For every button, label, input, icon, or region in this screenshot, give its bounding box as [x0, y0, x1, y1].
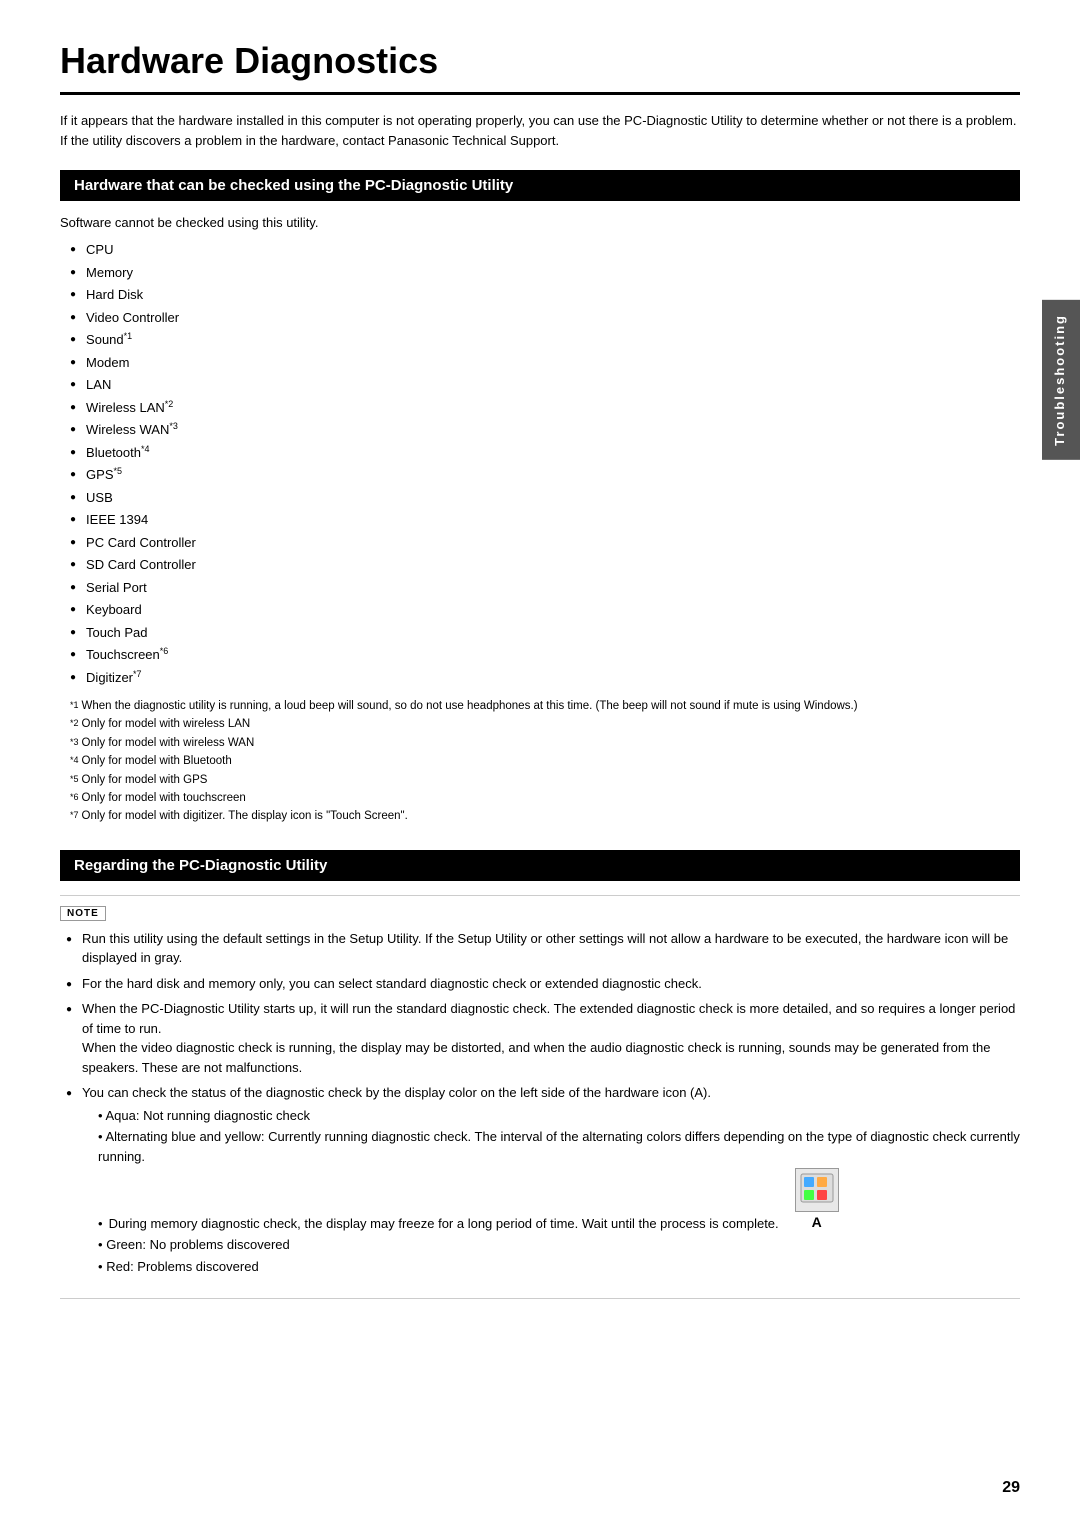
list-item: Keyboard [70, 600, 1020, 620]
page-title: Hardware Diagnostics [60, 40, 1020, 95]
list-item: IEEE 1394 [70, 510, 1020, 530]
list-item: PC Card Controller [70, 533, 1020, 553]
footnote-text: Only for model with Bluetooth [82, 752, 232, 770]
list-item: Modem [70, 353, 1020, 373]
list-item: Video Controller [70, 308, 1020, 328]
footnote-num: *7 [70, 808, 79, 822]
footnote-1: *1 When the diagnostic utility is runnin… [70, 697, 1020, 715]
superscript: *1 [124, 330, 133, 344]
footnote-3: *3 Only for model with wireless WAN [70, 734, 1020, 752]
list-item: Touch Pad [70, 623, 1020, 643]
footnote-text: When the diagnostic utility is running, … [82, 697, 858, 715]
footnote-text: Only for model with touchscreen [82, 789, 246, 807]
footnote-5: *5 Only for model with GPS [70, 771, 1020, 789]
footnote-num: *4 [70, 753, 79, 767]
superscript: *3 [169, 420, 178, 434]
list-item: Wireless LAN*2 [70, 398, 1020, 418]
list-item: Digitizer*7 [70, 668, 1020, 688]
superscript: *5 [114, 465, 123, 479]
footnote-text: Only for model with GPS [82, 771, 208, 789]
note-label: NOTE [60, 906, 106, 921]
intro-line1: If it appears that the hardware installe… [60, 111, 1020, 131]
list-item: LAN [70, 375, 1020, 395]
superscript: *4 [141, 443, 150, 457]
note-item: You can check the status of the diagnost… [66, 1083, 1020, 1278]
sub-bullet-list: Aqua: Not running diagnostic check Alter… [98, 1106, 1020, 1277]
list-item: Wireless WAN*3 [70, 420, 1020, 440]
footnotes-section: *1 When the diagnostic utility is runnin… [70, 697, 1020, 826]
note-item-text: Run this utility using the default setti… [82, 929, 1020, 968]
note-item: When the PC-Diagnostic Utility starts up… [66, 999, 1020, 1077]
footnote-text: Only for model with digitizer. The displ… [82, 807, 408, 825]
list-item: Hard Disk [70, 285, 1020, 305]
note-item-text: For the hard disk and memory only, you c… [82, 974, 1020, 994]
footnote-num: *2 [70, 716, 79, 730]
hardware-list: CPU Memory Hard Disk Video Controller So… [70, 240, 1020, 687]
footnote-2: *2 Only for model with wireless LAN [70, 715, 1020, 733]
note-item: For the hard disk and memory only, you c… [66, 974, 1020, 994]
intro-section: If it appears that the hardware installe… [60, 111, 1020, 150]
note-item-text: When the PC-Diagnostic Utility starts up… [82, 999, 1020, 1077]
footnote-text: Only for model with wireless LAN [82, 715, 251, 733]
software-note: Software cannot be checked using this ut… [60, 215, 1020, 230]
note-list: Run this utility using the default setti… [66, 929, 1020, 1279]
list-item: Bluetooth*4 [70, 443, 1020, 463]
note-item: Run this utility using the default setti… [66, 929, 1020, 968]
sidebar-troubleshooting: Troubleshooting [1042, 300, 1080, 460]
section2: Regarding the PC-Diagnostic Utility NOTE… [60, 850, 1020, 1300]
list-item: CPU [70, 240, 1020, 260]
list-item: Memory [70, 263, 1020, 283]
note-item-text: You can check the status of the diagnost… [82, 1083, 1020, 1278]
sub-bullet-item: Alternating blue and yellow: Currently r… [98, 1127, 1020, 1166]
footnote-4: *4 Only for model with Bluetooth [70, 752, 1020, 770]
superscript: *2 [165, 398, 174, 412]
footnote-text: Only for model with wireless WAN [82, 734, 255, 752]
list-item: Serial Port [70, 578, 1020, 598]
intro-line2: If the utility discovers a problem in th… [60, 131, 1020, 151]
section1-header: Hardware that can be checked using the P… [60, 170, 1020, 201]
list-item: GPS*5 [70, 465, 1020, 485]
icon-a-label: A [812, 1212, 822, 1233]
diagnostic-icon [795, 1168, 839, 1212]
note-box: NOTE Run this utility using the default … [60, 895, 1020, 1300]
list-item: SD Card Controller [70, 555, 1020, 575]
page-number: 29 [1002, 1479, 1020, 1497]
list-item: Touchscreen*6 [70, 645, 1020, 665]
superscript: *7 [133, 668, 142, 682]
list-item: Sound*1 [70, 330, 1020, 350]
sub-bullet-item: Aqua: Not running diagnostic check [98, 1106, 1020, 1126]
footnote-num: *5 [70, 772, 79, 786]
sub-bullet-item: During memory diagnostic check, the disp… [98, 1168, 1020, 1233]
footnote-num: *1 [70, 698, 79, 712]
footnote-num: *3 [70, 735, 79, 749]
sub-bullet-item: Red: Problems discovered [98, 1257, 1020, 1277]
list-item: USB [70, 488, 1020, 508]
memory-check-text: During memory diagnostic check, the disp… [109, 1214, 779, 1234]
footnote-num: *6 [70, 790, 79, 804]
section2-header: Regarding the PC-Diagnostic Utility [60, 850, 1020, 881]
footnote-6: *6 Only for model with touchscreen [70, 789, 1020, 807]
footnote-7: *7 Only for model with digitizer. The di… [70, 807, 1020, 825]
sub-bullet-item: Green: No problems discovered [98, 1235, 1020, 1255]
superscript: *6 [160, 645, 169, 659]
